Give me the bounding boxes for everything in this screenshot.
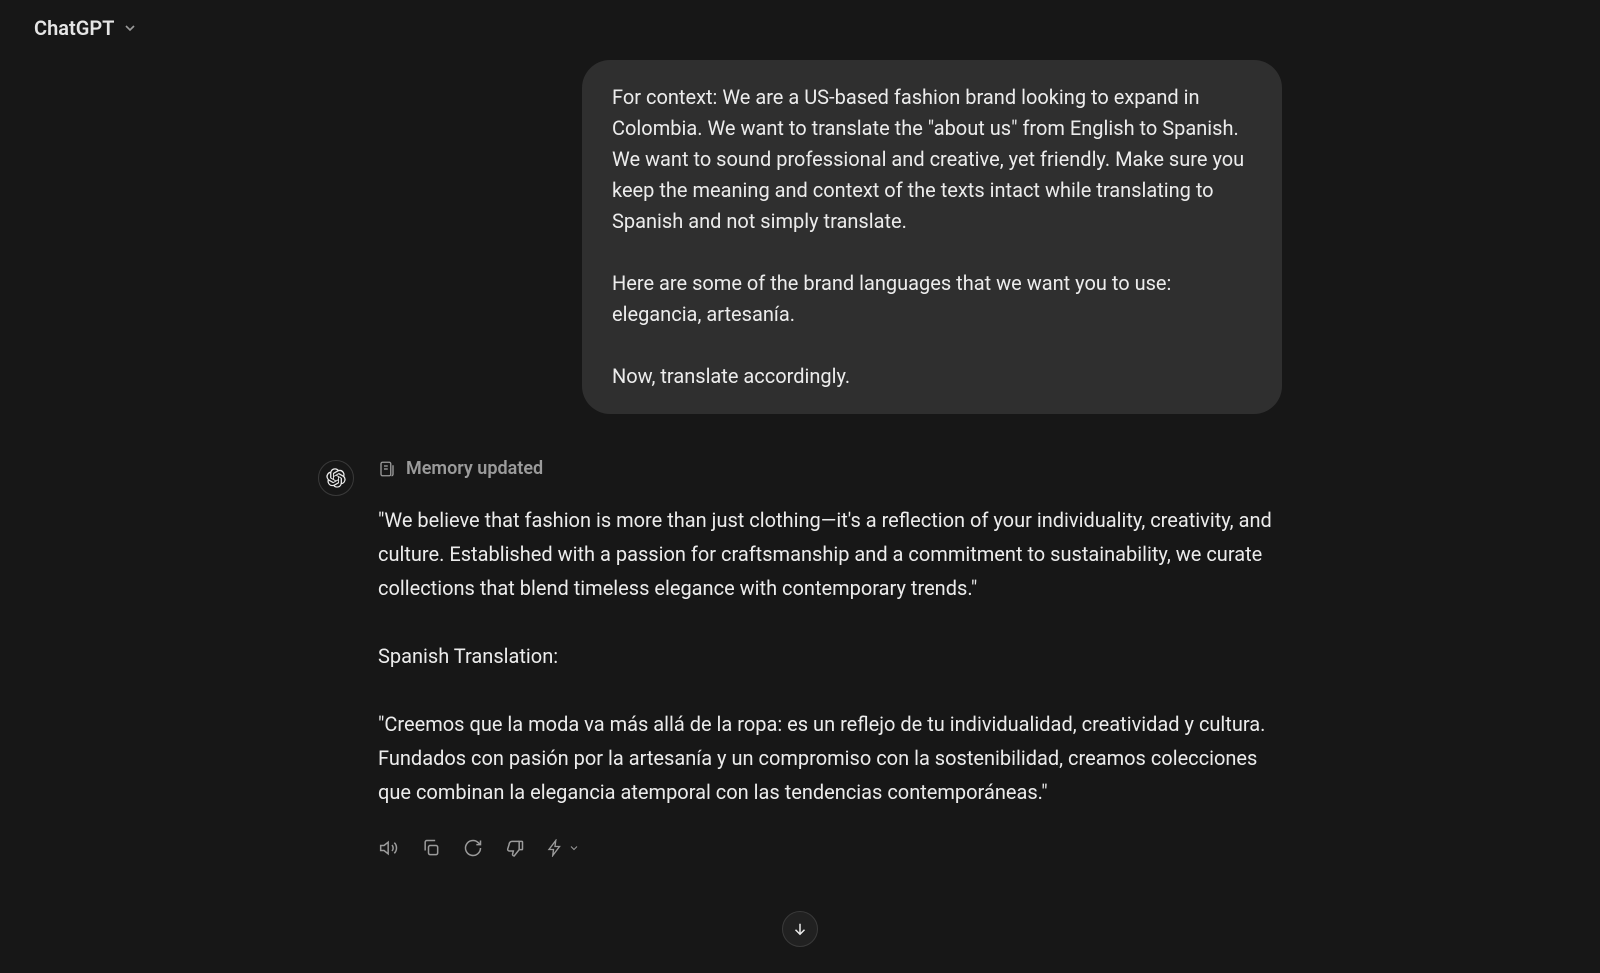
- user-message-row: For context: We are a US-based fashion b…: [318, 60, 1282, 414]
- refresh-icon: [463, 838, 483, 858]
- conversation-area: For context: We are a US-based fashion b…: [0, 60, 1600, 973]
- chevron-down-icon: [122, 20, 138, 36]
- regenerate-button[interactable]: [462, 837, 484, 859]
- scroll-to-bottom-button[interactable]: [782, 911, 818, 947]
- memory-label: Memory updated: [406, 458, 543, 479]
- memory-updated-chip[interactable]: Memory updated: [378, 458, 1282, 479]
- memory-icon: [378, 460, 396, 478]
- assistant-content: Memory updated "We believe that fashion …: [378, 458, 1282, 859]
- openai-logo-icon: [326, 468, 346, 488]
- model-name-label: ChatGPT: [34, 16, 114, 40]
- model-selector[interactable]: ChatGPT: [24, 10, 148, 46]
- assistant-avatar: [318, 460, 354, 496]
- message-action-bar: [378, 837, 1282, 859]
- bolt-icon: [546, 839, 564, 857]
- assistant-message-row: Memory updated "We believe that fashion …: [318, 458, 1282, 859]
- thumbs-down-icon: [505, 838, 525, 858]
- read-aloud-button[interactable]: [378, 837, 400, 859]
- speaker-icon: [379, 838, 399, 858]
- conversation-inner: For context: We are a US-based fashion b…: [310, 60, 1290, 859]
- bad-response-button[interactable]: [504, 837, 526, 859]
- copy-icon: [421, 838, 441, 858]
- arrow-down-icon: [791, 920, 809, 938]
- copy-button[interactable]: [420, 837, 442, 859]
- app-header: ChatGPT: [0, 0, 1600, 56]
- chevron-down-icon: [568, 842, 580, 854]
- assistant-message-text[interactable]: "We believe that fashion is more than ju…: [378, 503, 1282, 809]
- change-model-button[interactable]: [546, 839, 580, 857]
- user-message-bubble[interactable]: For context: We are a US-based fashion b…: [582, 60, 1282, 414]
